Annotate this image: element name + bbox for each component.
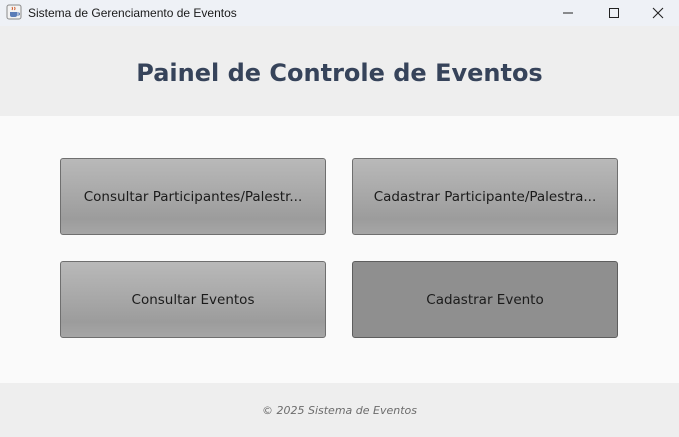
actions-panel: Consultar Participantes/Palestr... Cadas… [0, 116, 679, 383]
consultar-eventos-label: Consultar Eventos [131, 291, 255, 308]
minimize-icon [563, 12, 573, 14]
footer-copyright: © 2025 Sistema de Eventos [261, 403, 417, 417]
consultar-participantes-label: Consultar Participantes/Palestr... [83, 188, 303, 205]
window-title: Sistema de Gerenciamento de Eventos [28, 6, 237, 20]
consultar-participantes-button[interactable]: Consultar Participantes/Palestr... [60, 158, 326, 235]
title-bar[interactable]: Sistema de Gerenciamento de Eventos [0, 0, 679, 26]
minimize-button[interactable] [545, 0, 591, 26]
consultar-eventos-button[interactable]: Consultar Eventos [60, 261, 326, 338]
header-panel: Painel de Controle de Eventos [0, 26, 679, 116]
close-icon [652, 7, 664, 19]
cadastrar-evento-button[interactable]: Cadastrar Evento [352, 261, 618, 338]
footer: © 2025 Sistema de Eventos [0, 383, 679, 437]
java-cup-icon[interactable] [6, 4, 22, 20]
page-title: Painel de Controle de Eventos [136, 59, 543, 87]
cadastrar-participante-button[interactable]: Cadastrar Participante/Palestra... [352, 158, 618, 235]
cadastrar-participante-label: Cadastrar Participante/Palestra... [373, 188, 597, 205]
maximize-button[interactable] [591, 0, 637, 26]
close-button[interactable] [635, 0, 679, 26]
maximize-icon [609, 8, 619, 18]
cadastrar-evento-label: Cadastrar Evento [426, 291, 544, 308]
app-window: Sistema de Gerenciamento de Eventos Pain… [0, 0, 679, 437]
